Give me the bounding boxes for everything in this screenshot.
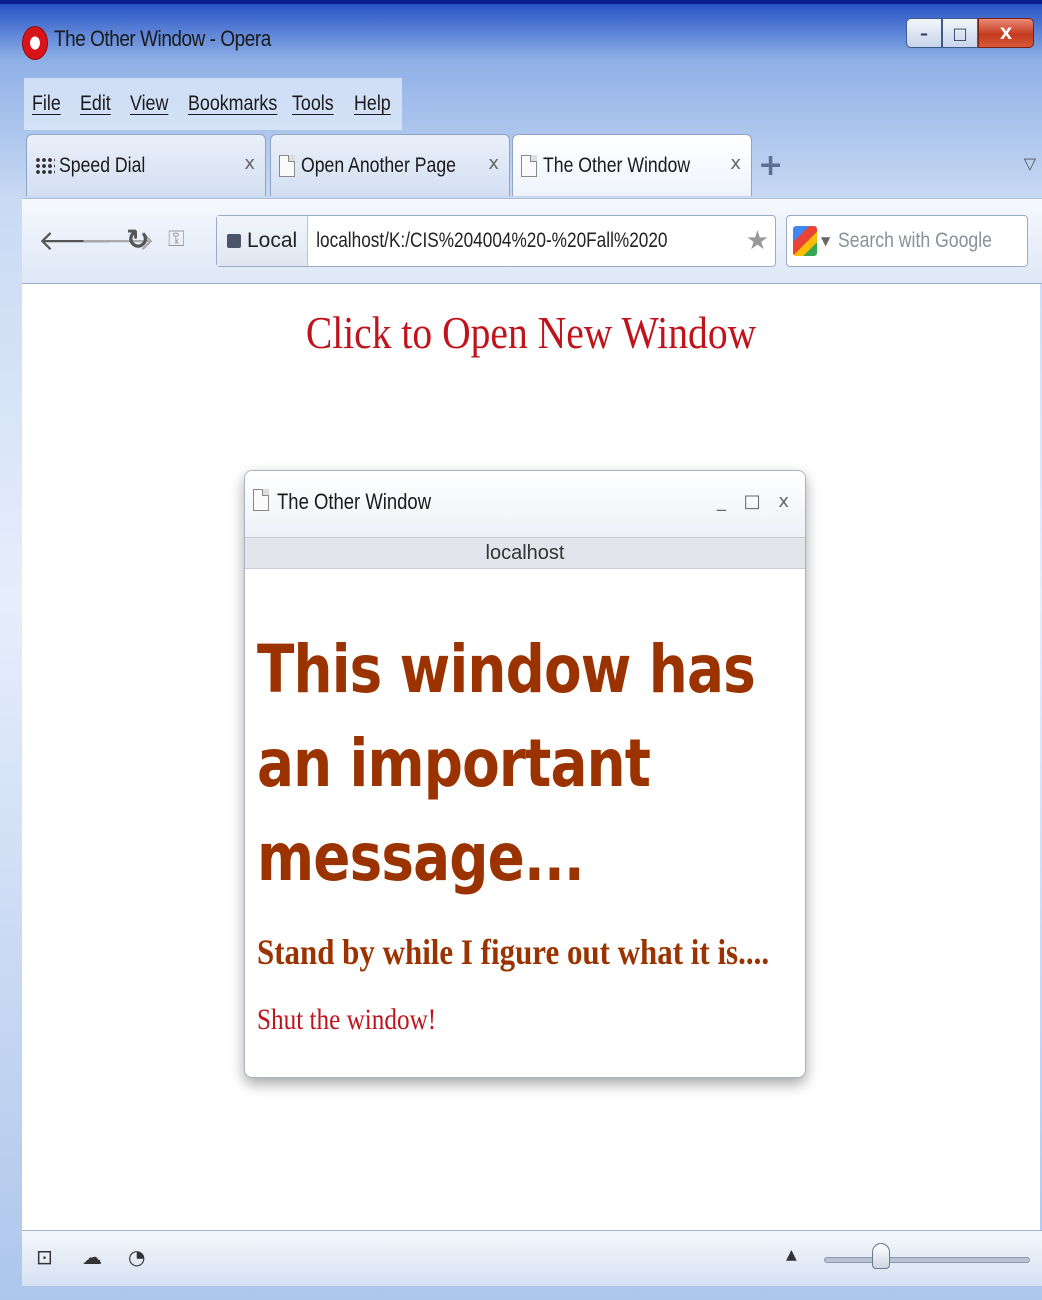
tab-close-icon[interactable]: x [488,153,499,174]
window-titlebar[interactable]: The Other Window - Opera – □ X [14,10,1042,74]
computer-icon [227,234,241,248]
tab-label: Speed Dial [59,153,146,177]
tab-menu-chevron-icon[interactable]: ▽ [1024,154,1036,173]
popup-host-bar: localhost [245,537,805,569]
open-new-window-link[interactable]: Click to Open New Window [93,306,968,359]
key-icon[interactable]: ⚿ [168,227,185,252]
zoom-up-arrow-icon[interactable]: ▲ [786,1247,797,1263]
tab-close-icon[interactable]: x [244,153,255,174]
opera-logo-icon[interactable] [22,26,48,60]
status-bar: ⊡ ☁ ◔ ▲ [22,1230,1042,1286]
tab-the-other-window[interactable]: The Other Window x [512,134,752,196]
top-border [0,0,1042,4]
popup-subheading: Stand by while I figure out what it is..… [257,932,770,972]
tab-label: The Other Window [543,153,691,177]
page-icon [279,154,295,177]
popup-title: The Other Window [277,489,432,514]
popup-titlebar[interactable]: The Other Window _ □ x [245,471,805,537]
address-url[interactable]: localhost/K:/CIS%204004%20-%20Fall%20201… [308,229,669,253]
menu-tools[interactable]: Tools [292,92,334,116]
panel-toggle-icon[interactable]: ⊡ [36,1245,58,1271]
tab-label: Open Another Page [301,153,456,177]
address-local-badge[interactable]: Local [217,216,309,266]
speed-gauge-icon[interactable]: ◔ [128,1245,150,1271]
window-title: The Other Window - Opera [54,26,271,51]
navigation-toolbar: 🡐 🡒 ↻ ⚿ Local localhost/K:/CIS%204004%20… [22,198,1042,284]
menu-help[interactable]: Help [354,92,391,116]
new-tab-plus-icon[interactable]: + [758,148,783,183]
tab-speed-dial[interactable]: Speed Dial x [26,134,266,196]
popup-heading: This window has an important message... [257,631,756,896]
close-button[interactable]: X [978,18,1034,48]
shut-window-link[interactable]: Shut the window! [257,1003,707,1037]
reload-icon[interactable]: ↻ [126,223,149,256]
page-viewport: Click to Open New Window The Other Windo… [22,284,1040,1230]
speed-dial-grid-icon [35,156,55,175]
menubar: File Edit View Bookmarks Tools Help [24,78,402,130]
popup-window: The Other Window _ □ x localhost This wi… [244,470,806,1078]
popup-body: This window has an important message... … [245,623,805,1037]
tab-close-icon[interactable]: x [730,153,741,174]
maximize-button[interactable]: □ [942,18,978,48]
search-field[interactable]: ▼ Search with Google [786,215,1028,267]
page-icon [253,489,269,511]
window-controls: – □ X [906,18,1034,48]
tab-open-another-page[interactable]: Open Another Page x [270,134,510,196]
address-badge-label: Local [247,229,298,252]
menu-file[interactable]: File [32,92,61,116]
zoom-slider-knob[interactable] [872,1243,890,1269]
google-icon[interactable] [793,226,817,256]
menu-bookmarks[interactable]: Bookmarks [188,92,277,116]
page-icon [521,154,537,177]
popup-window-controls[interactable]: _ □ x [717,491,795,512]
minimize-button[interactable]: – [906,18,942,48]
address-bar[interactable]: Local localhost/K:/CIS%204004%20-%20Fall… [216,215,776,267]
menu-edit[interactable]: Edit [80,92,111,116]
bookmark-star-icon[interactable]: ★ [746,226,769,256]
menu-view[interactable]: View [130,92,168,116]
unite-cloud-icon[interactable]: ☁ [82,1245,104,1271]
tab-bar: Speed Dial x Open Another Page x The Oth… [22,132,1042,198]
search-engine-dropdown-icon[interactable]: ▼ [821,234,830,248]
search-placeholder: Search with Google [838,229,993,252]
zoom-slider-track[interactable] [824,1257,1030,1263]
